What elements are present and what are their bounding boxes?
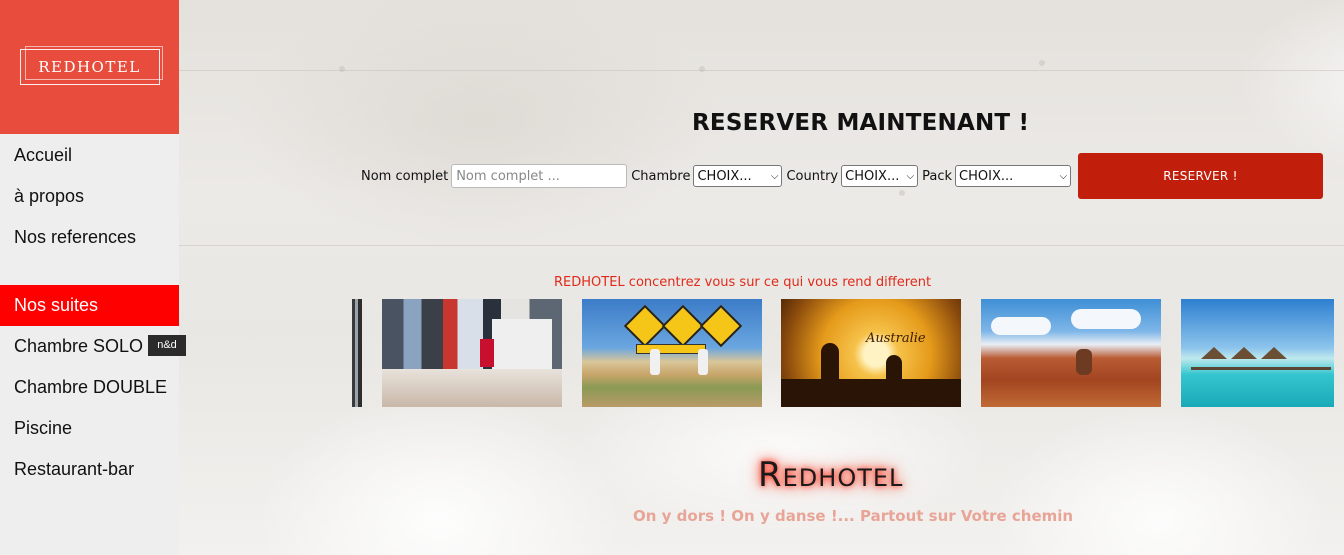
- country-select[interactable]: CHOIX... ⌵: [841, 165, 919, 187]
- pillow-tuft: [1039, 60, 1045, 66]
- chambre-select[interactable]: CHOIX... ⌵: [693, 165, 783, 187]
- pack-label: Pack: [922, 168, 953, 184]
- person: [650, 349, 660, 375]
- nav-item-piscine[interactable]: Piscine: [0, 408, 179, 449]
- tagline: REDHOTEL concentrez vous sur ce qui vous…: [554, 275, 932, 290]
- country-select-value: CHOIX...: [845, 168, 900, 184]
- pillow-tuft: [339, 66, 345, 72]
- cloud: [1071, 309, 1141, 329]
- pack-select[interactable]: CHOIX... ⌵: [955, 165, 1072, 187]
- kangaroo-signs-photo[interactable]: [582, 299, 762, 407]
- pillow-tuft: [699, 66, 705, 72]
- red-rock-outback-photo[interactable]: [981, 299, 1161, 407]
- pillow-tuft: [899, 190, 905, 196]
- nav-item-a-propos[interactable]: à propos: [0, 176, 179, 217]
- pillow-seam: [179, 70, 1344, 71]
- chevron-down-icon: ⌵: [906, 170, 915, 182]
- pier: [1191, 367, 1331, 370]
- road-sign: [699, 304, 743, 348]
- slogan: On y dors ! On y danse !... Partout sur …: [633, 507, 1074, 525]
- billboard: [492, 319, 552, 369]
- photo-caption: Australie: [866, 331, 926, 346]
- bungalow: [1261, 347, 1287, 359]
- tooltip: n&d: [148, 335, 186, 356]
- maldives-overwater-bungalow-photo[interactable]: [1181, 299, 1334, 407]
- chambre-label: Chambre: [631, 168, 691, 184]
- name-input[interactable]: [451, 164, 628, 188]
- booking-form: Nom complet Chambre CHOIX... ⌵ Country C…: [361, 164, 1075, 188]
- sidebar: REDHOTEL Accueil à propos Nos references…: [0, 0, 179, 555]
- sign-plate: [636, 344, 706, 354]
- country-label: Country: [786, 168, 839, 184]
- bungalow: [1201, 347, 1227, 359]
- logo[interactable]: REDHOTEL: [0, 0, 179, 134]
- logo-text: REDHOTEL: [38, 58, 141, 76]
- road-sign: [661, 304, 705, 348]
- nav-item-restaurant-bar[interactable]: Restaurant-bar: [0, 449, 179, 490]
- bungalow: [1231, 347, 1257, 359]
- person: [1076, 349, 1092, 375]
- reserve-button[interactable]: RESERVER !: [1078, 153, 1323, 199]
- nav-item-chambre-double[interactable]: Chambre DOUBLE: [0, 367, 179, 408]
- pack-select-value: CHOIX...: [959, 168, 1014, 184]
- hill-silhouette: [781, 379, 961, 407]
- cloud: [991, 317, 1051, 335]
- pillow-seam: [179, 245, 1344, 246]
- logo-frame: REDHOTEL: [19, 46, 163, 85]
- nav-item-accueil[interactable]: Accueil: [0, 135, 179, 176]
- person: [698, 349, 708, 375]
- name-label: Nom complet: [361, 168, 449, 184]
- billboard: [480, 339, 494, 367]
- nav-item-nos-suites[interactable]: Nos suites: [0, 285, 179, 326]
- road-sign: [623, 304, 667, 348]
- booking-title: RESERVER MAINTENANT !: [692, 110, 1030, 136]
- chevron-down-icon: ⌵: [1059, 170, 1068, 182]
- nav-item-nos-references[interactable]: Nos references: [0, 217, 179, 258]
- australia-sunset-kangaroo-photo[interactable]: Australie: [781, 299, 961, 407]
- kangaroo-silhouette: [886, 355, 902, 391]
- chambre-select-value: CHOIX...: [697, 168, 752, 184]
- chevron-down-icon: ⌵: [770, 170, 779, 182]
- brand-heading: Redhotel: [758, 455, 904, 495]
- city-photo-partial[interactable]: [352, 299, 362, 407]
- times-square-photo[interactable]: [382, 299, 562, 407]
- kangaroo-silhouette: [821, 343, 839, 387]
